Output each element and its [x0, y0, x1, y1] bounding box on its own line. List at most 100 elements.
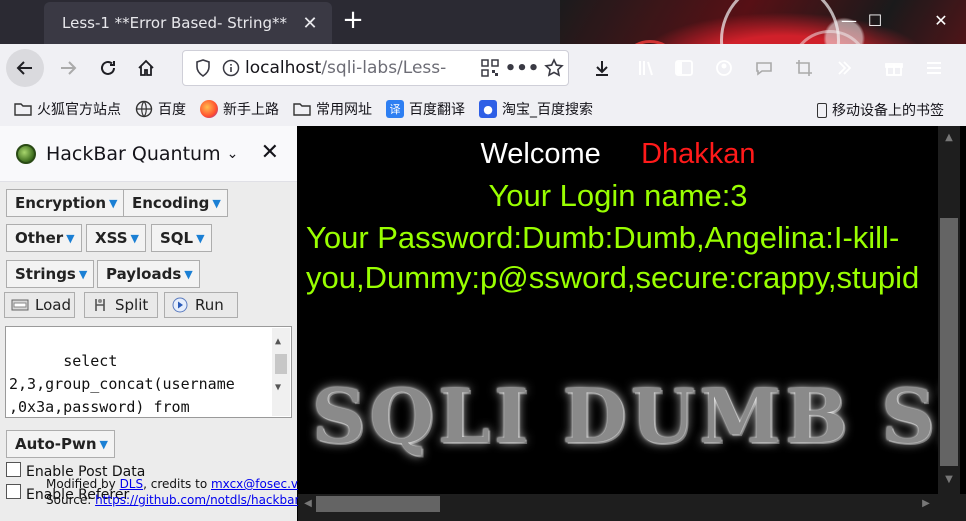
- textarea-scrollbar[interactable]: ▲ ▼: [272, 328, 290, 416]
- credits-prefix: Modified by: [46, 477, 120, 491]
- encryption-dropdown[interactable]: Encryption ▼: [6, 189, 125, 217]
- extensions-button[interactable]: [876, 50, 912, 86]
- enable-referer-checkbox[interactable]: [6, 484, 21, 499]
- bookmarks-bar: 火狐官方站点 百度 新手上路 常用网址 译 百度翻译 ● 淘宝_百度搜索 移动设…: [0, 92, 966, 126]
- forward-arrow-icon: [61, 61, 77, 75]
- scroll-up-icon[interactable]: ▲: [275, 330, 281, 353]
- password-line: Your Password:Dumb:Dumb,Angelina:I-kill-…: [306, 218, 938, 298]
- hackbar-panel: Encryption ▼ Encoding ▼ Other ▼ XSS ▼ SQL ▼ S…: [0, 182, 306, 521]
- caret-down-icon: ▼: [196, 231, 205, 245]
- dropdown-label: Auto-Pwn: [15, 435, 97, 453]
- load-icon: [11, 297, 29, 313]
- download-icon: [596, 61, 608, 76]
- encoding-dropdown[interactable]: Encoding ▼: [123, 189, 228, 217]
- translate-icon: 译: [386, 100, 404, 118]
- baidu-icon: ●: [479, 100, 497, 118]
- sidebar-title: HackBar Quantum: [46, 142, 221, 165]
- scroll-up-icon[interactable]: ▲: [938, 132, 960, 143]
- enable-post-checkbox[interactable]: [6, 462, 21, 477]
- tab-close-icon[interactable]: ✕: [300, 13, 320, 34]
- source-line: Source: https://github.com/notdls/hackba…: [46, 493, 299, 507]
- dropdown-label: Encryption: [15, 194, 107, 212]
- back-button[interactable]: [6, 49, 44, 87]
- source-link[interactable]: https://github.com/notdls/hackbar: [95, 493, 299, 507]
- library-button[interactable]: [628, 50, 664, 86]
- dropdown-label: XSS: [95, 229, 128, 247]
- url-bar[interactable]: localhost/sqli-labs/Less- •••: [182, 50, 569, 86]
- caret-down-icon: ▼: [130, 231, 139, 245]
- status-strip: [298, 514, 966, 521]
- bookmark-firefox-site[interactable]: 火狐官方站点: [14, 99, 121, 119]
- email-link[interactable]: mxcx@fosec.vn: [211, 477, 306, 491]
- strings-dropdown[interactable]: Strings ▼: [6, 260, 95, 288]
- hackbar-sidebar: HackBar Quantum ⌄ ✕ Encryption ▼ Encoding…: [0, 126, 306, 521]
- textarea-scroll-thumb[interactable]: [275, 354, 287, 374]
- auto-pwn-dropdown[interactable]: Auto-Pwn ▼: [6, 430, 115, 458]
- page-vertical-scrollbar[interactable]: ▲ ▼: [938, 126, 960, 494]
- chevron-right-double-icon: [838, 61, 852, 75]
- bookmark-common-sites[interactable]: 常用网址: [293, 99, 372, 119]
- split-url-button[interactable]: Split: [84, 292, 158, 318]
- qr-code-icon[interactable]: [476, 54, 504, 82]
- scroll-down-icon[interactable]: ▼: [275, 376, 281, 399]
- dropdown-label: Encoding: [132, 194, 210, 212]
- dropdown-label: Strings: [15, 265, 76, 283]
- bookmark-baidu-translate[interactable]: 译 百度翻译: [386, 99, 465, 119]
- maximize-button[interactable]: ☐: [852, 0, 898, 40]
- run-label: Run: [195, 296, 224, 314]
- mobile-bookmarks[interactable]: 移动设备上的书签: [817, 100, 944, 120]
- page-horizontal-scrollbar[interactable]: ◀ ▶: [298, 494, 938, 514]
- account-button[interactable]: [706, 50, 742, 86]
- xss-dropdown[interactable]: XSS ▼: [86, 224, 146, 252]
- query-text: select 2,3,group_concat(username ,0x3a,p…: [9, 352, 235, 416]
- sidebar-toggle-button[interactable]: [666, 50, 702, 86]
- bookmark-star-icon[interactable]: [540, 54, 568, 82]
- source-prefix: Source:: [46, 493, 96, 507]
- new-tab-button[interactable]: +: [338, 6, 368, 36]
- url-host: localhost: [245, 58, 322, 78]
- url-textarea[interactable]: select 2,3,group_concat(username ,0x3a,p…: [5, 326, 292, 418]
- password-line-1: Your Password:Dumb:Dumb,Angelina:I-kill-: [306, 220, 900, 255]
- sql-dropdown[interactable]: SQL ▼: [151, 224, 212, 252]
- horizontal-scroll-thumb[interactable]: [316, 496, 440, 512]
- page-actions-icon[interactable]: •••: [504, 54, 540, 82]
- reload-button[interactable]: [90, 50, 126, 86]
- shield-icon[interactable]: [189, 54, 217, 82]
- url-text[interactable]: localhost/sqli-labs/Less-: [245, 58, 476, 78]
- other-dropdown[interactable]: Other ▼: [6, 224, 82, 252]
- bookmark-label: 火狐官方站点: [37, 102, 121, 118]
- close-window-button[interactable]: ✕: [918, 0, 964, 40]
- extension-screenshot-button[interactable]: [786, 50, 822, 86]
- browser-tab[interactable]: Less-1 **Error Based- String** ✕: [44, 2, 332, 44]
- tab-title: Less-1 **Error Based- String**: [62, 14, 287, 32]
- bookmark-baidu[interactable]: 百度: [135, 99, 186, 119]
- bookmark-label: 淘宝_百度搜索: [502, 102, 593, 118]
- load-url-button[interactable]: Load: [4, 292, 75, 318]
- execute-button[interactable]: Run: [164, 292, 238, 318]
- forward-button[interactable]: [50, 50, 86, 86]
- menu-button[interactable]: [916, 50, 952, 86]
- sidebar-close-icon[interactable]: ✕: [261, 140, 279, 165]
- bookmark-taobao-search[interactable]: ● 淘宝_百度搜索: [479, 99, 593, 119]
- scroll-down-icon[interactable]: ▼: [938, 474, 960, 485]
- dls-link[interactable]: DLS: [120, 477, 144, 491]
- caret-down-icon: ▼: [66, 231, 75, 245]
- back-arrow-icon: [16, 61, 32, 75]
- scroll-right-icon[interactable]: ▶: [918, 498, 934, 509]
- title-bar: Less-1 **Error Based- String** ✕ +: [0, 0, 966, 44]
- payloads-dropdown[interactable]: Payloads ▼: [97, 260, 200, 288]
- info-icon[interactable]: [217, 54, 245, 82]
- vertical-scroll-thumb[interactable]: [940, 218, 958, 466]
- chevron-down-icon[interactable]: ⌄: [227, 146, 239, 162]
- downloads-button[interactable]: [584, 50, 620, 86]
- scroll-left-icon[interactable]: ◀: [300, 498, 316, 509]
- globe-icon: [135, 100, 153, 118]
- bookmark-getting-started[interactable]: 新手上路: [200, 99, 279, 119]
- library-icon: [639, 61, 653, 76]
- overflow-button[interactable]: [826, 50, 862, 86]
- extension-chat-button[interactable]: [746, 50, 782, 86]
- home-button[interactable]: [128, 50, 164, 86]
- account-icon: [716, 60, 732, 76]
- mobile-device-icon: [817, 102, 827, 118]
- caret-down-icon: ▼: [184, 267, 193, 281]
